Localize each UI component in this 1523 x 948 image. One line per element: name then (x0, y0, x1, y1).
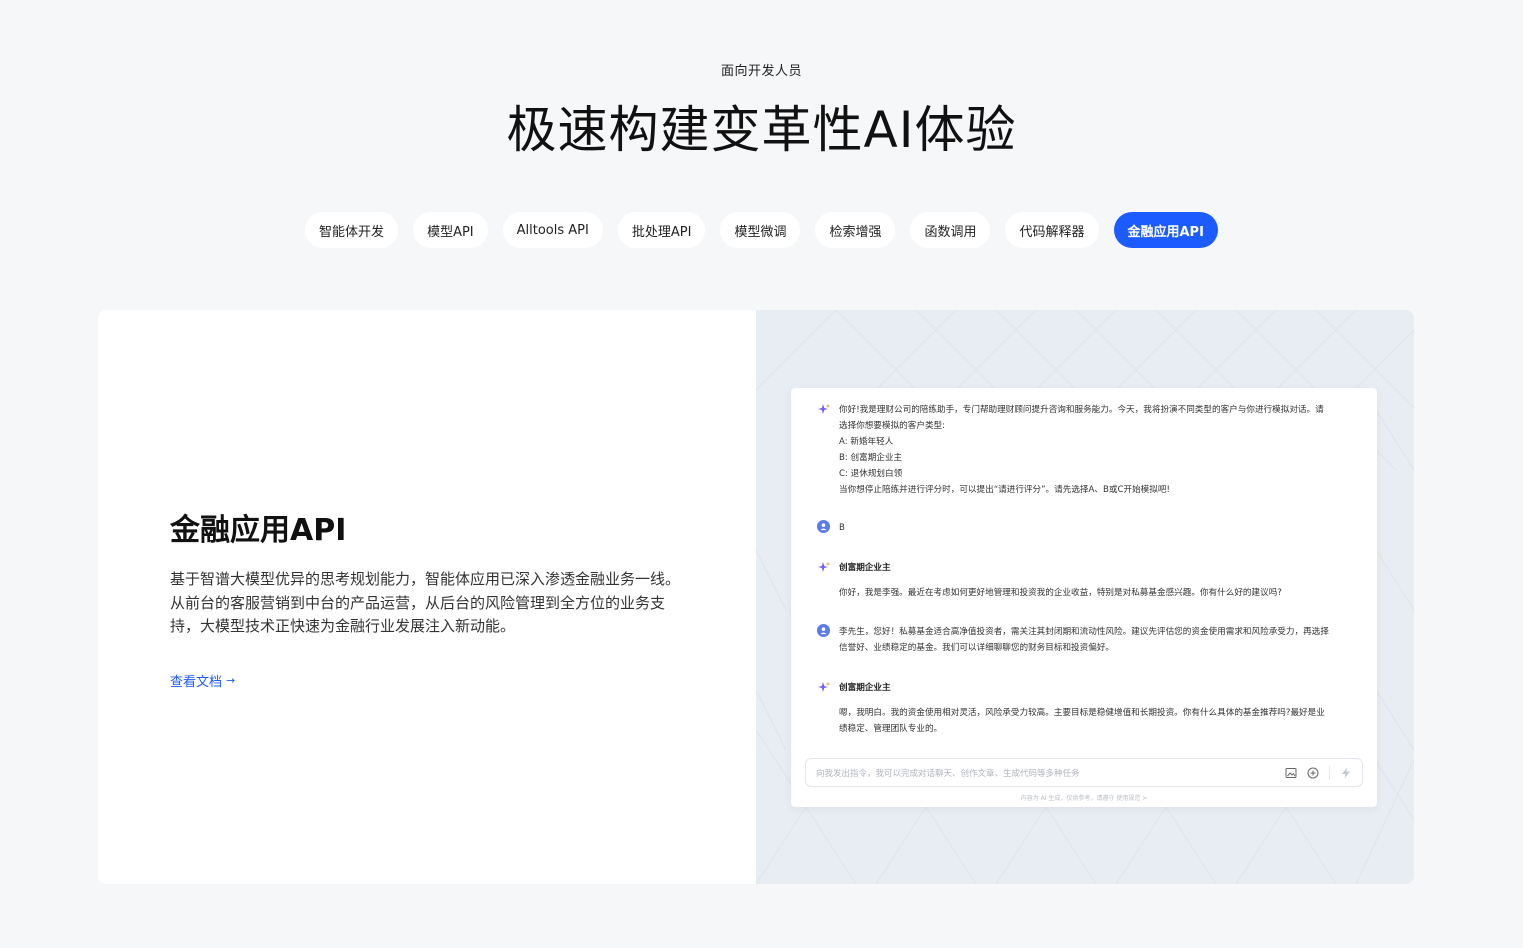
add-circle-icon[interactable] (1307, 767, 1319, 779)
tab-fine-tuning[interactable]: 模型微调 (720, 212, 801, 248)
message-line: 信誉好、业绩稳定的基金。我们可以详细聊聊您的财务目标和投资偏好。 (839, 643, 1115, 653)
chat-input-placeholder: 向我发出指令，我可以完成对话聊天、创作文章、生成代码等多种任务 (816, 768, 1080, 779)
tab-code-interpreter[interactable]: 代码解释器 (1005, 212, 1099, 248)
message-line: 你好，我是李强。最近在考虑如何更好地管理和投资我的企业收益，特别是对私募基金感兴… (839, 588, 1282, 598)
arrow-right-icon: → (226, 674, 236, 687)
user-avatar-icon (817, 520, 830, 533)
tab-agent-dev[interactable]: 智能体开发 (305, 212, 399, 248)
message-line: 你好!我是理财公司的陪练助手，专门帮助理财顾问提升咨询和服务能力。今天，我将扮演… (839, 405, 1324, 415)
feature-text-panel: 金融应用API 基于智谱大模型优异的思考规划能力，智能体应用已深入渗透金融业务一… (98, 310, 756, 884)
view-docs-link[interactable]: 查看文档 → (170, 671, 235, 690)
sparkle-icon (817, 402, 831, 416)
user-avatar-icon (817, 624, 830, 637)
message-line: B: 创富期企业主 (839, 453, 903, 463)
message-line: 李先生，您好！私募基金适合高净值投资者，需关注其封闭期和流动性风险。建议先评估您… (839, 627, 1329, 637)
feature-title: 金融应用API (170, 513, 347, 548)
chat-message: B (817, 520, 1353, 536)
view-docs-label: 查看文档 (170, 675, 223, 690)
tab-batch-api[interactable]: 批处理API (617, 212, 706, 248)
message-line: C: 退休规划白领 (839, 469, 903, 479)
tab-function-call[interactable]: 函数调用 (910, 212, 991, 248)
message-line: 当你想停止陪练并进行评分时，可以提出“请进行评分”。请先选择A、B或C开始模拟吧… (839, 485, 1170, 495)
speaker-name: 创富期企业主 (839, 563, 891, 573)
message-line: 绩稳定、管理团队专业的。 (839, 724, 943, 734)
chat-input[interactable]: 向我发出指令，我可以完成对话聊天、创作文章、生成代码等多种任务 (805, 758, 1363, 787)
speaker-name: 创富期企业主 (839, 683, 891, 693)
demo-panel: 你好!我是理财公司的陪练助手，专门帮助理财顾问提升咨询和服务能力。今天，我将扮演… (756, 310, 1414, 884)
chat-message: 你好!我是理财公司的陪练助手，专门帮助理财顾问提升咨询和服务能力。今天，我将扮演… (817, 402, 1353, 498)
tab-retrieval[interactable]: 检索增强 (815, 212, 896, 248)
chat-message: 创富期企业主 你好，我是李强。最近在考虑如何更好地管理和投资我的企业收益，特别是… (817, 560, 1353, 601)
tab-alltools-api[interactable]: Alltools API (502, 212, 603, 248)
message-line: B (839, 523, 845, 533)
sparkle-icon (817, 680, 831, 694)
chat-message: 创富期企业主 嗯，我明白。我的资金使用相对灵活，风险承受力较高。主要目标是稳健增… (817, 680, 1353, 737)
feature-description: 基于智谱大模型优异的思考规划能力，智能体应用已深入渗透金融业务一线。从前台的客服… (170, 570, 681, 635)
feature-card: 金融应用API 基于智谱大模型优异的思考规划能力，智能体应用已深入渗透金融业务一… (98, 310, 1414, 884)
ai-disclaimer: 内容为 AI 生成，仅供参考，请遵守 使用规范 > (1020, 795, 1148, 802)
hero-eyebrow: 面向开发人员 (720, 64, 802, 79)
tab-finance-api[interactable]: 金融应用API (1113, 212, 1218, 248)
chat-message: 李先生，您好！私募基金适合高净值投资者，需关注其封闭期和流动性风险。建议先评估您… (817, 624, 1353, 656)
message-line: 选择你想要模拟的客户类型: (839, 421, 946, 431)
send-bolt-icon[interactable] (1340, 767, 1352, 779)
chat-window: 你好!我是理财公司的陪练助手，专门帮助理财顾问提升咨询和服务能力。今天，我将扮演… (791, 388, 1377, 807)
page-title: 极速构建变革性AI体验 (506, 101, 1017, 159)
message-line: 嗯，我明白。我的资金使用相对灵活，风险承受力较高。主要目标是稳健增值和长期投资。… (839, 708, 1325, 718)
feature-tabs: 智能体开发 模型API Alltools API 批处理API 模型微调 检索增… (0, 212, 1523, 248)
divider (1329, 765, 1330, 780)
message-line: A: 新婚年轻人 (839, 437, 894, 447)
image-upload-icon[interactable] (1285, 767, 1297, 779)
sparkle-icon (817, 560, 831, 574)
tab-model-api[interactable]: 模型API (413, 212, 488, 248)
